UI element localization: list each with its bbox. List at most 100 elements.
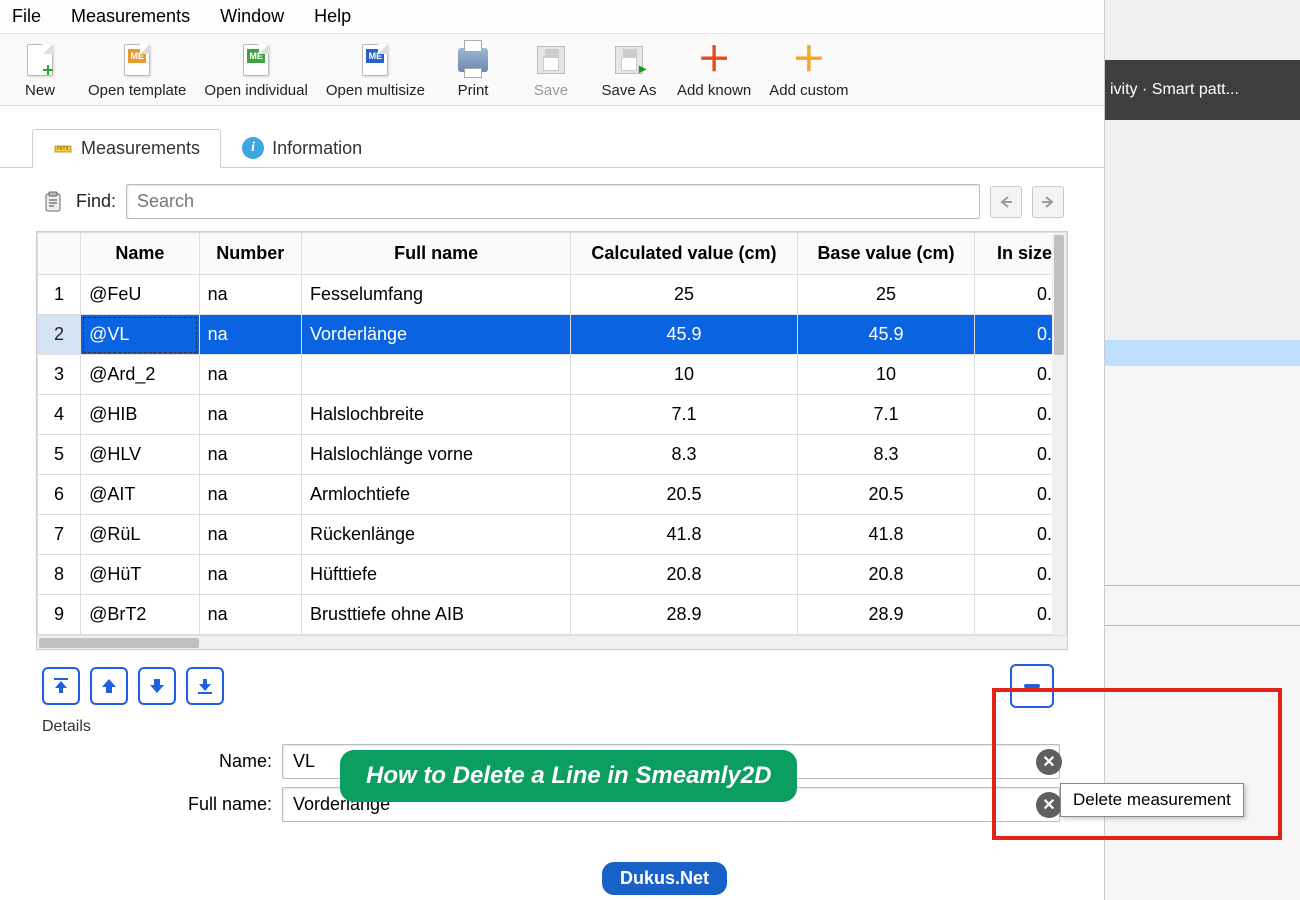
scrollbar-thumb[interactable] (39, 638, 199, 648)
cell-number[interactable]: na (199, 475, 301, 515)
cell-full-name[interactable]: Vorderlänge (301, 315, 570, 355)
document-individual-icon: ME (238, 42, 274, 78)
col-index[interactable] (38, 233, 81, 275)
toolbar-label: Save As (602, 82, 657, 99)
annotation-watermark: Dukus.Net (602, 862, 727, 895)
cell-number[interactable]: na (199, 435, 301, 475)
horizontal-scrollbar[interactable] (37, 635, 1067, 649)
table-row[interactable]: 3@Ard_2na10100.6 (38, 355, 1067, 395)
cell-base[interactable]: 25 (797, 275, 975, 315)
add-known-button[interactable]: ＋ Add known (677, 42, 751, 99)
cell-number[interactable]: na (199, 515, 301, 555)
delete-measurement-button[interactable] (1010, 664, 1054, 708)
cell-full-name[interactable] (301, 355, 570, 395)
cell-calculated[interactable]: 20.5 (571, 475, 797, 515)
open-individual-button[interactable]: ME Open individual (204, 42, 307, 99)
menu-help[interactable]: Help (314, 6, 351, 27)
col-name[interactable]: Name (81, 233, 200, 275)
cell-number[interactable]: na (199, 595, 301, 635)
cell-base[interactable]: 7.1 (797, 395, 975, 435)
table-row[interactable]: 1@FeUnaFesselumfang25250.5 (38, 275, 1067, 315)
cell-number[interactable]: na (199, 395, 301, 435)
save-as-button[interactable]: ▸ Save As (599, 42, 659, 99)
cell-name[interactable]: @AIT (81, 475, 200, 515)
document-multisize-icon: ME (357, 42, 393, 78)
table-row[interactable]: 2@VLnaVorderlänge45.945.90.6 (38, 315, 1067, 355)
col-full-name[interactable]: Full name (301, 233, 570, 275)
cell-name[interactable]: @HLV (81, 435, 200, 475)
cell-base[interactable]: 28.9 (797, 595, 975, 635)
cell-name[interactable]: @Ard_2 (81, 355, 200, 395)
cell-calculated[interactable]: 45.9 (571, 315, 797, 355)
cell-full-name[interactable]: Halslochlänge vorne (301, 435, 570, 475)
cell-full-name[interactable]: Halslochbreite (301, 395, 570, 435)
move-down-button[interactable] (138, 667, 176, 705)
cell-number[interactable]: na (199, 555, 301, 595)
tab-measurements[interactable]: Measurements (32, 129, 221, 168)
cell-base[interactable]: 20.8 (797, 555, 975, 595)
save-icon (533, 42, 569, 78)
name-field-label: Name: (42, 751, 272, 772)
vertical-scrollbar[interactable] (1052, 233, 1066, 648)
cell-name[interactable]: @FeU (81, 275, 200, 315)
row-index: 6 (38, 475, 81, 515)
scrollbar-thumb[interactable] (1054, 235, 1064, 355)
table-row[interactable]: 6@AITnaArmlochtiefe20.520.50.5 (38, 475, 1067, 515)
tab-information[interactable]: i Information (221, 128, 383, 168)
open-template-button[interactable]: ME Open template (88, 42, 186, 99)
move-up-button[interactable] (90, 667, 128, 705)
cell-full-name[interactable]: Armlochtiefe (301, 475, 570, 515)
print-button[interactable]: Print (443, 42, 503, 99)
cell-name[interactable]: @VL (81, 315, 200, 355)
cell-base[interactable]: 41.8 (797, 515, 975, 555)
cell-full-name[interactable]: Fesselumfang (301, 275, 570, 315)
table-row[interactable]: 7@RüLnaRückenlänge41.841.80.5 (38, 515, 1067, 555)
col-base[interactable]: Base value (cm) (797, 233, 975, 275)
cell-base[interactable]: 20.5 (797, 475, 975, 515)
search-input[interactable] (126, 184, 980, 219)
find-next-button[interactable] (1032, 186, 1064, 218)
table-row[interactable]: 8@HüTnaHüfttiefe20.820.80.2 (38, 555, 1067, 595)
table-header-row: Name Number Full name Calculated value (… (38, 233, 1067, 275)
cell-base[interactable]: 10 (797, 355, 975, 395)
cell-full-name[interactable]: Rückenlänge (301, 515, 570, 555)
details-heading: Details (42, 718, 1062, 736)
cell-name[interactable]: @BrT2 (81, 595, 200, 635)
cell-full-name[interactable]: Hüfttiefe (301, 555, 570, 595)
cell-calculated[interactable]: 7.1 (571, 395, 797, 435)
find-prev-button[interactable] (990, 186, 1022, 218)
overflow-chevrons-icon[interactable]: » (1284, 85, 1292, 101)
clipboard-icon[interactable] (40, 189, 66, 215)
open-multisize-button[interactable]: ME Open multisize (326, 42, 425, 99)
menu-file[interactable]: File (12, 6, 41, 27)
cell-calculated[interactable]: 20.8 (571, 555, 797, 595)
table-row[interactable]: 9@BrT2naBrusttiefe ohne AIB28.928.90.8 (38, 595, 1067, 635)
cell-base[interactable]: 45.9 (797, 315, 975, 355)
move-top-button[interactable] (42, 667, 80, 705)
col-calculated[interactable]: Calculated value (cm) (571, 233, 797, 275)
plus-icon: ＋ (696, 42, 732, 78)
cell-base[interactable]: 8.3 (797, 435, 975, 475)
cell-calculated[interactable]: 41.8 (571, 515, 797, 555)
table-row[interactable]: 4@HIBnaHalslochbreite7.17.10.2 (38, 395, 1067, 435)
move-bottom-button[interactable] (186, 667, 224, 705)
col-number[interactable]: Number (199, 233, 301, 275)
table-row[interactable]: 5@HLVnaHalslochlänge vorne8.38.30.4 (38, 435, 1067, 475)
cell-calculated[interactable]: 25 (571, 275, 797, 315)
cell-number[interactable]: na (199, 355, 301, 395)
cell-calculated[interactable]: 28.9 (571, 595, 797, 635)
cell-calculated[interactable]: 10 (571, 355, 797, 395)
cell-number[interactable]: na (199, 315, 301, 355)
cell-full-name[interactable]: Brusttiefe ohne AIB (301, 595, 570, 635)
clear-fullname-button[interactable]: ✕ (1036, 792, 1062, 818)
cell-number[interactable]: na (199, 275, 301, 315)
menu-measurements[interactable]: Measurements (71, 6, 190, 27)
cell-calculated[interactable]: 8.3 (571, 435, 797, 475)
menu-window[interactable]: Window (220, 6, 284, 27)
add-custom-button[interactable]: ＋ Add custom (769, 42, 848, 99)
cell-name[interactable]: @HüT (81, 555, 200, 595)
clear-name-button[interactable]: ✕ (1036, 749, 1062, 775)
new-button[interactable]: New (10, 42, 70, 99)
cell-name[interactable]: @HIB (81, 395, 200, 435)
cell-name[interactable]: @RüL (81, 515, 200, 555)
